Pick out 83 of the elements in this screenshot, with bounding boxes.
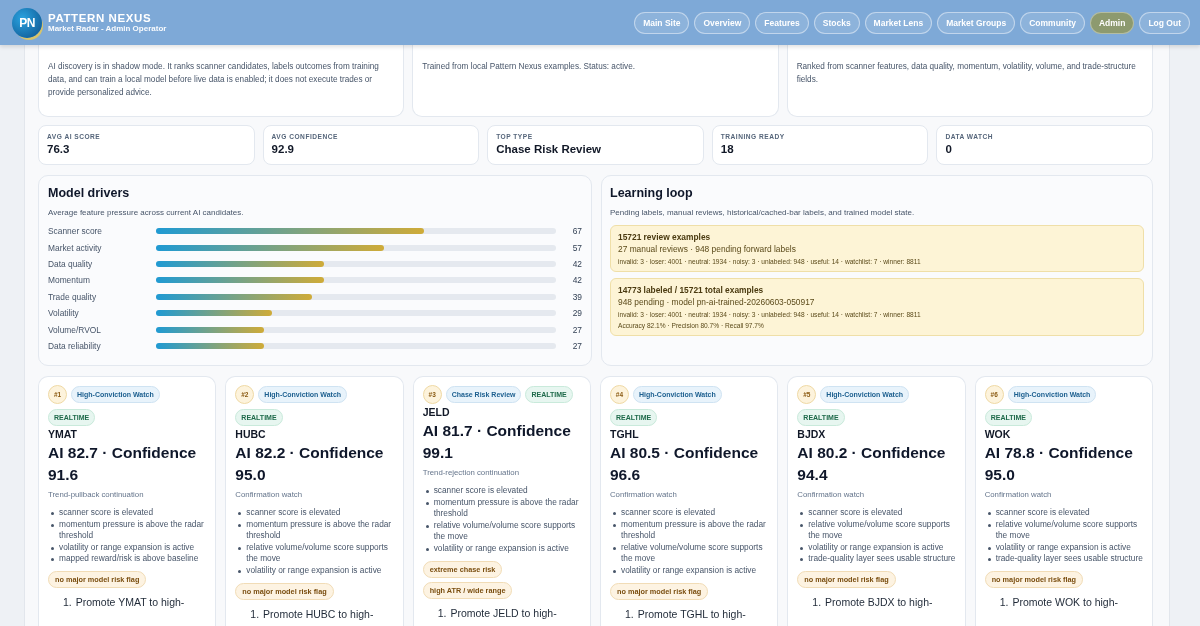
nav-button[interactable]: Stocks	[813, 11, 860, 34]
stat-value: 76.3	[47, 143, 71, 155]
driver-value: 39	[571, 291, 582, 302]
step-number: 1.	[625, 607, 634, 620]
reason-item: scanner score is elevated	[422, 485, 581, 497]
ticker: TGHL	[610, 428, 640, 440]
panel-title: Learning loop	[610, 186, 694, 200]
stat-value: 18	[720, 143, 735, 155]
nav-button[interactable]: Community	[1020, 11, 1085, 34]
step-text: Promote WOK to high-	[1012, 595, 1119, 608]
nav-button[interactable]: Log Out	[1139, 11, 1190, 34]
nav-button[interactable]: Market Groups	[937, 11, 1016, 34]
driver-label: Trade quality	[48, 291, 98, 302]
driver-value: 27	[571, 324, 582, 335]
driver-value: 27	[571, 340, 582, 351]
score-headline: AI 82.2 · Confidence 95.0	[235, 443, 385, 485]
driver-value: 29	[571, 308, 582, 319]
box-title: 15721 review examples	[618, 232, 712, 242]
ticker: BJDX	[797, 428, 827, 440]
reason-item: scanner score is elevated	[235, 507, 394, 519]
step-text: Promote TGHL to high-	[637, 607, 746, 620]
score-headline: AI 78.8 · Confidence 95.0	[984, 443, 1134, 485]
reason-item: scanner score is elevated	[48, 507, 207, 519]
stat-value: 92.9	[271, 143, 295, 155]
nav-button[interactable]: Admin	[1089, 11, 1135, 34]
ticker: WOK	[984, 428, 1012, 440]
panel-subtitle: Pending labels, manual reviews, historical/cached-bar labels, and trained model state.	[610, 208, 916, 217]
reason-item: trade-quality layer sees usable structure	[984, 553, 1143, 565]
ticker: JELD	[422, 406, 451, 418]
box-line: 948 pending · model pn-ai-trained-20260603-050917	[618, 297, 816, 307]
box-line: 27 manual reviews · 948 pending forward labels	[618, 244, 797, 254]
box-title: 14773 labeled / 15721 total examples	[618, 285, 765, 295]
panel-subtitle: Average feature pressure across current AI candidates.	[48, 208, 245, 217]
score-headline: AI 80.5 · Confidence 96.6	[610, 443, 760, 485]
driver-label: Momentum	[48, 275, 91, 286]
step-number: 1.	[437, 606, 447, 619]
step-text: Promote YMAT to high-	[75, 595, 185, 608]
reason-item: volatility or range expansion is active	[984, 541, 1143, 554]
stat-value: 0	[945, 143, 953, 155]
card-description: Ranked from scanner features, data quality, momentum, volatility, volume, and trade-structure fields.	[796, 62, 1136, 84]
logo: PN	[12, 7, 42, 38]
reason-item: mapped reward/risk is above baseline	[48, 553, 207, 565]
reason-item: volatility or range expansion is active	[610, 564, 769, 577]
driver-label: Market activity	[48, 242, 103, 253]
driver-value: 42	[571, 275, 582, 286]
reason-item: volatility or range expansion is active	[48, 541, 207, 554]
ticker: YMAT	[48, 428, 78, 440]
step-text: Promote JELD to high-	[450, 606, 557, 619]
driver-value: 57	[571, 242, 582, 253]
app-title: PATTERN NEXUS	[48, 12, 153, 24]
panel-title: Model drivers	[48, 186, 131, 200]
reason-item: volatility or range expansion is active	[797, 541, 956, 554]
app-subtitle: Market Radar - Admin Operator	[48, 24, 167, 33]
stat-value: Chase Risk Review	[496, 143, 603, 155]
card-description: AI discovery is in shadow mode. It ranks scanner candidates, labels outcomes from training data, and can train a local model before live data is enabled; it does not execute trades or provide personalized advice.	[48, 62, 379, 97]
score-headline: AI 81.7 · Confidence 99.1	[422, 421, 572, 463]
nav-button[interactable]: Main Site	[634, 11, 690, 34]
step-text: Promote HUBC to high-	[263, 607, 374, 620]
step-number: 1.	[812, 595, 822, 608]
driver-label: Data reliability	[48, 340, 102, 351]
driver-label: Volume/RVOL	[48, 324, 102, 335]
driver-label: Scanner score	[48, 226, 103, 237]
nav-button[interactable]: Features	[755, 11, 809, 34]
step-number: 1.	[250, 607, 260, 620]
step-number: 1.	[999, 595, 1009, 608]
driver-label: Data quality	[48, 258, 94, 269]
step-number: 1.	[63, 595, 72, 608]
card-description: Trained from local Pattern Nexus examples. Status: active.	[422, 62, 635, 71]
reason-item: scanner score is elevated	[610, 507, 769, 519]
reason-item: scanner score is elevated	[797, 507, 956, 519]
reason-item: volatility or range expansion is active	[422, 542, 581, 555]
score-headline: AI 80.2 · Confidence 94.4	[797, 443, 947, 485]
step-text: Promote BJDX to high-	[825, 595, 933, 608]
driver-value: 42	[571, 258, 582, 269]
nav-button[interactable]: Market Lens	[864, 11, 933, 34]
driver-label: Volatility	[48, 308, 80, 319]
driver-value: 67	[571, 226, 582, 237]
ticker: HUBC	[235, 428, 267, 440]
reason-item: volatility or range expansion is active	[235, 564, 394, 577]
score-headline: AI 82.7 · Confidence 91.6	[48, 443, 198, 485]
nav-button[interactable]: Overview	[694, 11, 751, 34]
reason-item: trade-quality layer sees usable structure	[797, 553, 956, 565]
reason-item: scanner score is elevated	[984, 507, 1143, 519]
